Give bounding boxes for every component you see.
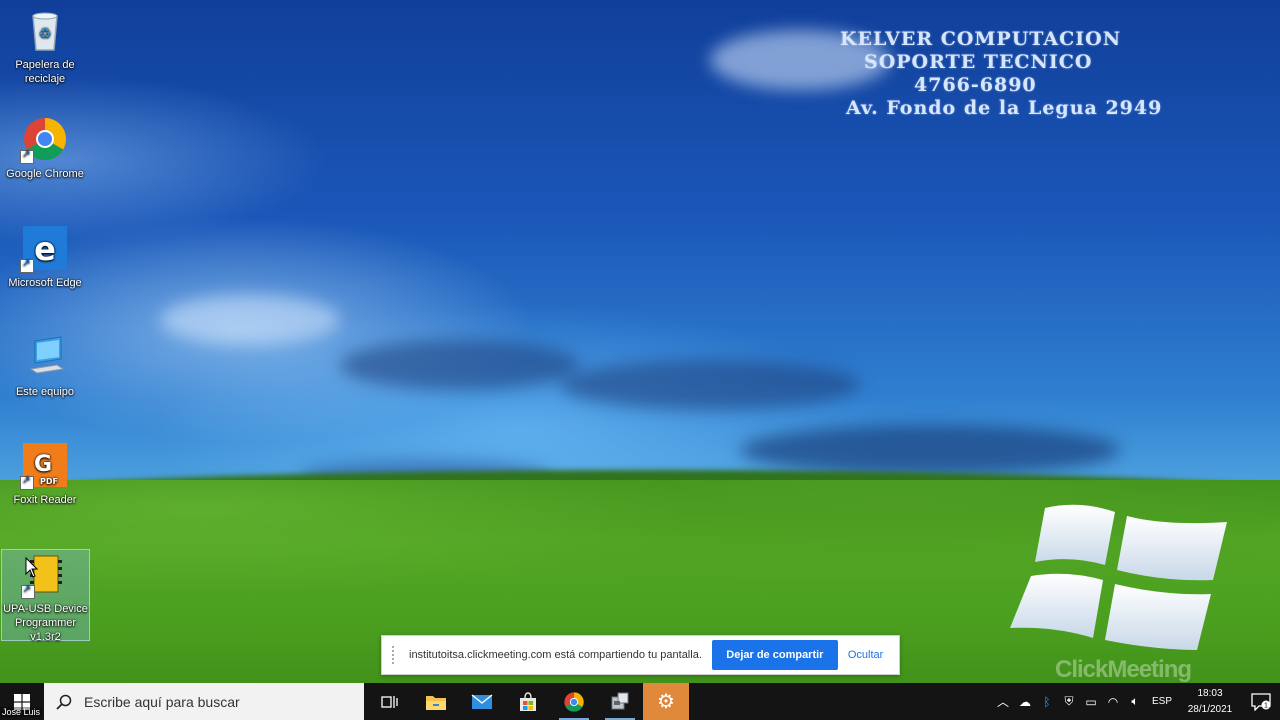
notification-count: 1 (1264, 702, 1268, 709)
search-placeholder: Escribe aquí para buscar (84, 693, 240, 710)
desktop-icon-label: UPA-USB Device Programmer v1.3r2 (3, 603, 88, 643)
svg-text:e: e (34, 230, 56, 268)
taskbar-chrome[interactable] (551, 683, 597, 720)
desktop-icon-label: Google Chrome (6, 168, 84, 180)
wifi-icon[interactable]: ◠ (1102, 683, 1124, 720)
task-view-button[interactable] (367, 683, 413, 720)
caption-line: KELVER COMPUTACION (840, 28, 1122, 50)
notification-icon: 1 (1251, 692, 1271, 711)
taskbar: Escribe aquí para buscar ⚙ ︿ ☁ ᛒ ⛨ ▭ ◠ 🔈… (0, 683, 1280, 720)
caption-line: SOPORTE TECNICO (864, 51, 1093, 73)
task-view-icon (381, 695, 398, 708)
computer-icon (21, 333, 69, 381)
hide-banner-link[interactable]: Ocultar (848, 649, 883, 661)
svg-text:PDF: PDF (40, 477, 58, 486)
taskbar-store[interactable] (505, 683, 551, 720)
program-icon (611, 692, 629, 709)
upa-programmer-icon (20, 550, 70, 599)
foxit-reader-icon: G PDF (20, 441, 69, 490)
mail-icon (471, 693, 493, 709)
store-icon (520, 691, 536, 711)
webcam-user-label: Jose Luis (0, 707, 43, 717)
recycle-bin-icon: ♻ (21, 6, 69, 54)
caption-line: 4766-6890 (914, 74, 1037, 96)
stop-sharing-button[interactable]: Dejar de compartir (711, 640, 838, 670)
desktop-icon-label: Microsoft Edge (8, 277, 82, 289)
bluetooth-icon[interactable]: ᛒ (1036, 683, 1058, 720)
volume-icon[interactable]: 🔈︎ (1124, 683, 1146, 720)
system-tray: ︿ ☁ ᛒ ⛨ ▭ ◠ 🔈︎ ESP 18:03 28/1/2021 1 (992, 683, 1280, 720)
desktop-icon-label: Este equipo (15, 386, 75, 398)
edge-icon: e (20, 224, 69, 273)
windows-logo-watermark (1010, 504, 1227, 650)
desktop-icon-microsoft-edge[interactable]: e Microsoft Edge (0, 224, 90, 290)
chrome-icon (20, 115, 69, 164)
svg-text:♻: ♻ (39, 25, 52, 41)
input-language[interactable]: ESP (1146, 696, 1178, 707)
security-shield-icon[interactable]: ⛨ (1058, 683, 1080, 720)
screen-share-banner: institutoitsa.clickmeeting.com está comp… (381, 635, 900, 675)
clickmeeting-watermark: ClickMeeting (1055, 656, 1192, 683)
drag-handle[interactable] (392, 646, 397, 664)
clock-date: 28/1/2021 (1187, 703, 1233, 715)
share-message: institutoitsa.clickmeeting.com está comp… (409, 649, 702, 661)
taskbar-settings[interactable]: ⚙ (643, 683, 689, 720)
clock[interactable]: 18:03 28/1/2021 (1178, 686, 1242, 718)
desktop-icon-upa-usb-programmer[interactable]: UPA-USB Device Programmer v1.3r2 (1, 549, 90, 643)
clock-time: 18:03 (1197, 687, 1223, 699)
desktop-icon-foxit-reader[interactable]: G PDF Foxit Reader (0, 441, 90, 507)
search-icon (56, 694, 72, 710)
taskbar-mail[interactable] (459, 683, 505, 720)
desktop-icon-recycle-bin[interactable]: ♻ Papelera de reciclaje (0, 6, 90, 86)
desktop-icon-label: Foxit Reader (13, 494, 77, 506)
file-explorer-icon (426, 695, 446, 710)
svg-text:G: G (34, 452, 52, 477)
taskbar-program[interactable] (597, 683, 643, 720)
network-drive-icon[interactable]: ☁ (1014, 683, 1036, 720)
settings-icon: ⚙ (657, 690, 675, 713)
caption-line: Av. Fondo de la Legua 2949 (846, 97, 1163, 119)
desktop-icon-este-equipo[interactable]: Este equipo (0, 333, 90, 399)
wallpaper-caption: KELVER COMPUTACION SOPORTE TECNICO 4766-… (840, 28, 1240, 120)
desktop-icon-google-chrome[interactable]: Google Chrome (0, 115, 90, 181)
action-center-button[interactable]: 1 (1242, 683, 1280, 720)
chrome-icon (564, 691, 584, 712)
show-hidden-icons-chevron-icon[interactable]: ︿ (992, 683, 1014, 720)
taskbar-file-explorer[interactable] (413, 683, 459, 720)
desktop-icon-label: Papelera de reciclaje (15, 59, 75, 85)
battery-icon[interactable]: ▭ (1080, 683, 1102, 720)
taskbar-search-box[interactable]: Escribe aquí para buscar (44, 683, 364, 720)
